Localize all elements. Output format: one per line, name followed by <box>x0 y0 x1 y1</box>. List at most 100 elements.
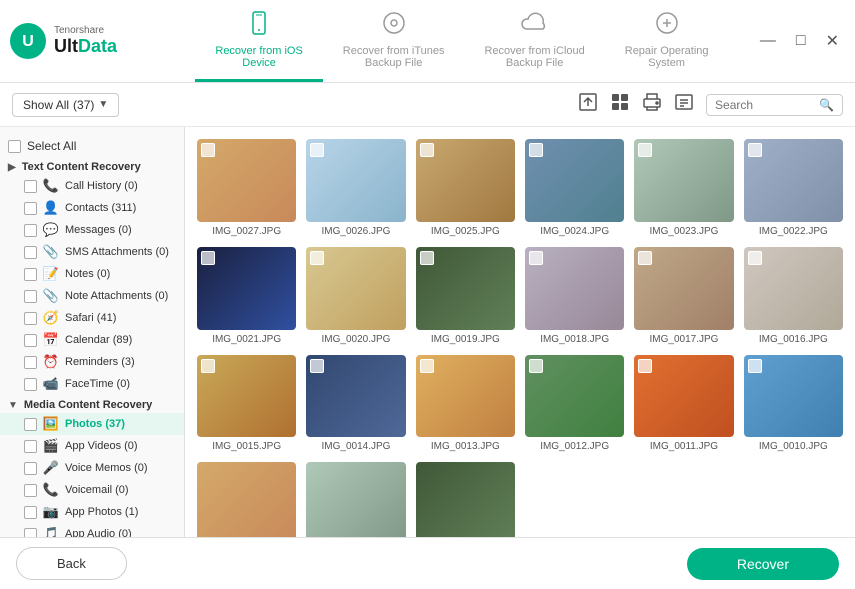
show-all-button[interactable]: Show All (37) ▼ <box>12 93 119 117</box>
photo-item-partial3[interactable] <box>416 462 515 537</box>
app-videos-checkbox[interactable] <box>24 440 37 453</box>
voicemail-checkbox[interactable] <box>24 484 37 497</box>
sidebar-item-messages[interactable]: 💬 Messages (0) <box>0 219 184 241</box>
photo-thumb-partial1 <box>197 462 296 537</box>
info-icon[interactable] <box>672 90 696 119</box>
photo-checkbox-img27[interactable] <box>201 143 215 157</box>
text-content-recovery-header[interactable]: ▶ Text Content Recovery <box>0 157 184 175</box>
search-input[interactable] <box>715 98 815 112</box>
photo-label-img16: IMG_0016.JPG <box>759 334 828 345</box>
app-photos-checkbox[interactable] <box>24 506 37 519</box>
export-icon[interactable] <box>576 90 600 119</box>
sidebar-item-voicemail[interactable]: 📞 Voicemail (0) <box>0 479 184 501</box>
photo-checkbox-img11[interactable] <box>638 359 652 373</box>
sidebar-item-safari[interactable]: 🧭 Safari (41) <box>0 307 184 329</box>
photo-item-img13[interactable]: IMG_0013.JPG <box>416 355 515 453</box>
photo-checkbox-img24[interactable] <box>529 143 543 157</box>
minimize-button[interactable]: — <box>754 30 782 52</box>
notes-checkbox[interactable] <box>24 268 37 281</box>
sidebar-item-voice-memos[interactable]: 🎤 Voice Memos (0) <box>0 457 184 479</box>
safari-checkbox[interactable] <box>24 312 37 325</box>
tab-itunes-label: Recover from iTunes Backup File <box>343 45 445 69</box>
photo-checkbox-img10[interactable] <box>748 359 762 373</box>
select-all[interactable]: Select All <box>0 135 184 157</box>
print-icon[interactable] <box>640 90 664 119</box>
sidebar-item-contacts[interactable]: 👤 Contacts (311) <box>0 197 184 219</box>
tab-ios[interactable]: Recover from iOSDevice <box>195 1 322 82</box>
facetime-checkbox[interactable] <box>24 378 37 391</box>
photo-checkbox-img19[interactable] <box>420 251 434 265</box>
reminders-checkbox[interactable] <box>24 356 37 369</box>
close-button[interactable]: ✕ <box>820 29 845 53</box>
photo-item-img19[interactable]: IMG_0019.JPG <box>416 247 515 345</box>
photo-item-img22[interactable]: IMG_0022.JPG <box>744 139 843 237</box>
photo-item-img11[interactable]: IMG_0011.JPG <box>634 355 733 453</box>
call-history-checkbox[interactable] <box>24 180 37 193</box>
photo-item-img16[interactable]: IMG_0016.JPG <box>744 247 843 345</box>
note-attach-checkbox[interactable] <box>24 290 37 303</box>
photo-checkbox-img16[interactable] <box>748 251 762 265</box>
photo-checkbox-img20[interactable] <box>310 251 324 265</box>
search-box[interactable]: 🔍 <box>706 94 843 116</box>
photo-item-img27[interactable]: IMG_0027.JPG <box>197 139 296 237</box>
recover-button[interactable]: Recover <box>687 548 839 580</box>
photo-checkbox-img26[interactable] <box>310 143 324 157</box>
maximize-button[interactable]: □ <box>790 30 812 52</box>
photo-checkbox-img23[interactable] <box>638 143 652 157</box>
sidebar-item-photos[interactable]: 🖼️ Photos (37) <box>0 413 184 435</box>
select-all-checkbox[interactable] <box>8 140 21 153</box>
photo-item-partial1[interactable] <box>197 462 296 537</box>
footer: Back Recover <box>0 537 855 589</box>
photo-checkbox-img22[interactable] <box>748 143 762 157</box>
tab-itunes[interactable]: Recover from iTunes Backup File <box>323 1 465 82</box>
photo-item-img26[interactable]: IMG_0026.JPG <box>306 139 405 237</box>
app-audio-icon: 🎵 <box>43 526 59 537</box>
photo-item-img15[interactable]: IMG_0015.JPG <box>197 355 296 453</box>
calendar-checkbox[interactable] <box>24 334 37 347</box>
tab-repair-label: Repair Operating System <box>625 45 709 69</box>
photo-checkbox-img21[interactable] <box>201 251 215 265</box>
sidebar-item-app-audio[interactable]: 🎵 App Audio (0) <box>0 523 184 537</box>
photo-item-img20[interactable]: IMG_0020.JPG <box>306 247 405 345</box>
back-button[interactable]: Back <box>16 547 127 580</box>
sidebar-item-facetime[interactable]: 📹 FaceTime (0) <box>0 373 184 395</box>
media-content-recovery-header[interactable]: ▼ Media Content Recovery <box>0 395 184 413</box>
photo-checkbox-img14[interactable] <box>310 359 324 373</box>
photo-item-partial2[interactable] <box>306 462 405 537</box>
app-audio-checkbox[interactable] <box>24 528 37 538</box>
sidebar-item-app-videos[interactable]: 🎬 App Videos (0) <box>0 435 184 457</box>
svg-text:U: U <box>22 33 34 50</box>
voice-memos-checkbox[interactable] <box>24 462 37 475</box>
sidebar-item-call-history[interactable]: 📞 Call History (0) <box>0 175 184 197</box>
sms-checkbox[interactable] <box>24 246 37 259</box>
photo-checkbox-img17[interactable] <box>638 251 652 265</box>
photo-item-img23[interactable]: IMG_0023.JPG <box>634 139 733 237</box>
photo-item-img24[interactable]: IMG_0024.JPG <box>525 139 624 237</box>
sidebar-item-reminders[interactable]: ⏰ Reminders (3) <box>0 351 184 373</box>
photo-checkbox-img13[interactable] <box>420 359 434 373</box>
sidebar-item-app-photos[interactable]: 📷 App Photos (1) <box>0 501 184 523</box>
contacts-checkbox[interactable] <box>24 202 37 215</box>
photo-checkbox-img25[interactable] <box>420 143 434 157</box>
photo-item-img10[interactable]: IMG_0010.JPG <box>744 355 843 453</box>
tab-repair[interactable]: Repair Operating System <box>605 1 729 82</box>
sms-label: SMS Attachments (0) <box>65 246 176 258</box>
photo-checkbox-img15[interactable] <box>201 359 215 373</box>
photo-checkbox-img12[interactable] <box>529 359 543 373</box>
sidebar-item-note-attachments[interactable]: 📎 Note Attachments (0) <box>0 285 184 307</box>
messages-checkbox[interactable] <box>24 224 37 237</box>
photo-item-img21[interactable]: IMG_0021.JPG <box>197 247 296 345</box>
photo-item-img12[interactable]: IMG_0012.JPG <box>525 355 624 453</box>
photos-checkbox[interactable] <box>24 418 37 431</box>
sidebar-item-notes[interactable]: 📝 Notes (0) <box>0 263 184 285</box>
photo-checkbox-img18[interactable] <box>529 251 543 265</box>
photo-item-img18[interactable]: IMG_0018.JPG <box>525 247 624 345</box>
grid-view-icon[interactable] <box>608 90 632 119</box>
header: U Tenorshare UltData Recover from iOSDev… <box>0 0 855 83</box>
photo-item-img17[interactable]: IMG_0017.JPG <box>634 247 733 345</box>
sidebar-item-calendar[interactable]: 📅 Calendar (89) <box>0 329 184 351</box>
tab-icloud[interactable]: Recover from iCloud Backup File <box>464 1 604 82</box>
sidebar-item-sms-attachments[interactable]: 📎 SMS Attachments (0) <box>0 241 184 263</box>
photo-item-img25[interactable]: IMG_0025.JPG <box>416 139 515 237</box>
photo-item-img14[interactable]: IMG_0014.JPG <box>306 355 405 453</box>
